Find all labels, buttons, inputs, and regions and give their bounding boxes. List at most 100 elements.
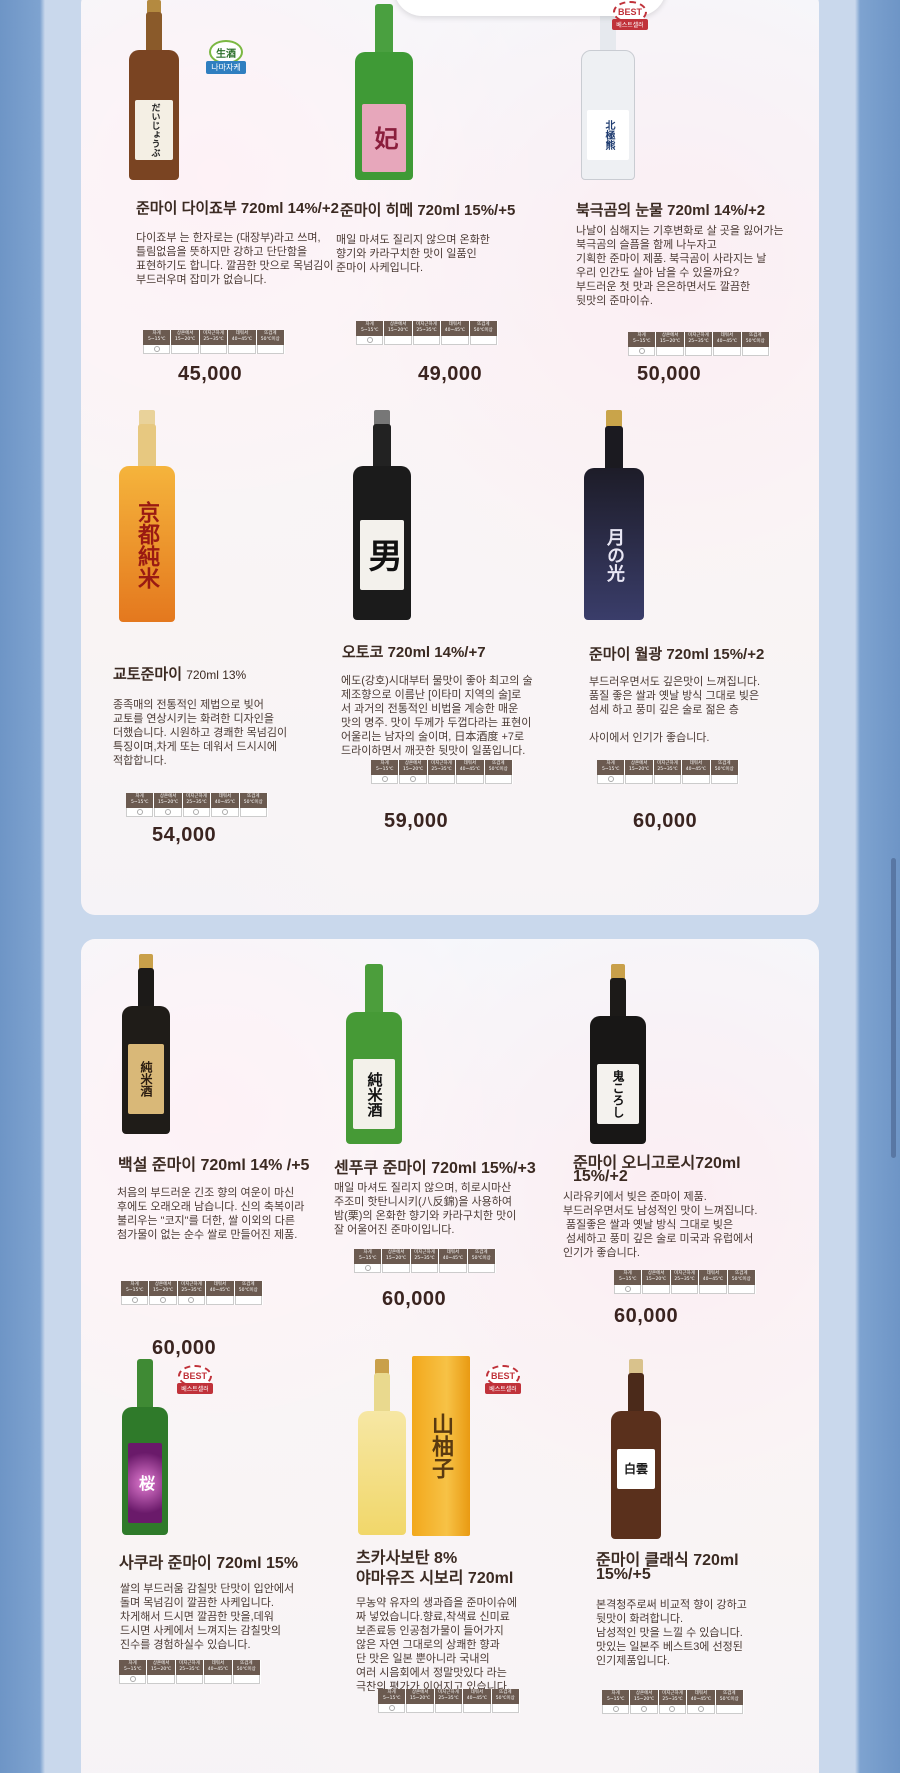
product-name: 센푸쿠 준마이 720ml 15%/+3 xyxy=(334,1160,536,1177)
product-price: 50,000 xyxy=(637,363,702,385)
bottle-label: 純米酒 xyxy=(127,1044,165,1114)
bottle-image: 男 xyxy=(353,410,411,620)
temperature-cell: 뜨겁게 50℃이상 xyxy=(256,330,285,354)
product-hakusetsu: 純米酒 백설 준마이 720ml 14% /+5 처음의 부드러운 긴조 향의 … xyxy=(81,939,327,1359)
bottle-image: 白雲 xyxy=(611,1359,661,1539)
temperature-cell: 미지근하게 25~35℃ xyxy=(684,332,714,356)
bottle-image: 月の光 xyxy=(584,410,644,620)
product-price: 59,000 xyxy=(384,810,449,832)
bottle-image: 純米酒 xyxy=(346,964,402,1144)
temperature-cell: 상온에서 15~20℃ xyxy=(656,332,685,356)
temperature-cell: 미지근하게 25~35℃ xyxy=(175,1660,205,1684)
temperature-cell: 미지근하게 25~35℃ xyxy=(177,1281,207,1305)
product-senpuku: 純米酒 센푸쿠 준마이 720ml 15%/+3 매일 마셔도 질리지 않으며,… xyxy=(327,939,573,1359)
bottle-label: 鬼ころし xyxy=(596,1064,640,1124)
product-gekko: 月の光 준마이 월광 720ml 15%/+2 부드러우면서도 깊은맛이 느껴집… xyxy=(573,410,819,850)
temperature-cell: 차게 5~15℃ xyxy=(602,1690,631,1714)
temperature-cell: 뜨겁게 50℃이상 xyxy=(727,1270,756,1294)
product-description: 본격청주로써 비교적 향이 강하고 뒷맛이 화려합니다. 남성적인 맛을 느낄 … xyxy=(596,1599,747,1667)
temperature-table: 차게 5~15℃ 상온에서 15~20℃ 미지근하게 25~35℃ 데워서 40… xyxy=(119,1660,261,1684)
product-name: 백설 준마이 720ml 14% /+5 xyxy=(118,1157,310,1174)
bottle-image: 純米酒 xyxy=(122,954,170,1134)
product-price: 45,000 xyxy=(178,363,243,385)
product-yuzu: 山柚子 츠카사보탄 8% 야마유즈 시보리 720ml 무농약 유자의 생과즙을… xyxy=(327,1339,573,1773)
temperature-cell: 상온에서 15~20℃ xyxy=(406,1689,435,1713)
product-description: 다이죠부 는 한자로는 (대장부)라고 쓰며, 틀림없음을 뜻하지만 강하고 단… xyxy=(136,232,334,286)
temperature-cell: 미지근하게 25~35℃ xyxy=(670,1270,700,1294)
product-description: 에도(강호)시대부터 물맛이 좋아 최고의 술 제조향으로 이름난 [이타미 지… xyxy=(341,675,533,757)
product-price: 54,000 xyxy=(152,824,217,846)
product-description: 처음의 부드러운 긴조 향의 여운이 마신 후에도 오래오래 남습니다. 신의 … xyxy=(117,1187,305,1241)
product-sakura: 桜 사쿠라 준마이 720ml 15% 쌀의 부드러움 감칠맛 단맛이 입안에서… xyxy=(81,1359,327,1773)
product-price: 60,000 xyxy=(382,1288,447,1310)
bottle-label: 妃 xyxy=(361,104,407,172)
temperature-cell: 뜨겁게 50℃이상 xyxy=(232,1660,261,1684)
temperature-table: 차게 5~15℃ 상온에서 15~20℃ 미지근하게 25~35℃ 데워서 40… xyxy=(121,1281,263,1305)
temperature-cell: 상온에서 15~20℃ xyxy=(625,760,654,784)
product-description: 종족매의 전통적인 제법으로 빚어 교토를 연상시키는 화려한 디자인을 더했습… xyxy=(113,699,288,767)
temperature-cell: 차게 5~15℃ xyxy=(628,332,657,356)
best-seller-badge: BEST 베스트셀러 xyxy=(168,1362,222,1396)
temperature-cell: 상온에서 15~20℃ xyxy=(154,793,183,817)
temperature-cell: 미지근하게 25~35℃ xyxy=(658,1690,688,1714)
temperature-cell: 데워서 40~45℃ xyxy=(228,330,257,354)
temperature-cell: 차게 5~15℃ xyxy=(614,1270,643,1294)
product-name: 준마이 월광 720ml 15%/+2 xyxy=(589,646,765,663)
bottle-image: だいじょうぶ xyxy=(129,0,179,180)
page-scrollbar[interactable] xyxy=(891,858,896,1158)
best-seller-badge: BEST 베스트셀러 xyxy=(476,1362,530,1396)
temperature-cell: 뜨겁게 50℃이상 xyxy=(710,760,739,784)
product-description: 부드러우면서도 깊은맛이 느껴집니다. 품질 좋은 쌀과 옛날 방식 그대로 빚… xyxy=(589,676,761,744)
bottle-label: 男 xyxy=(359,520,405,590)
temperature-cell: 미지근하게 25~35℃ xyxy=(410,1249,440,1273)
temperature-cell: 차게 5~15℃ xyxy=(354,1249,383,1273)
bottle-label: 京都純米 xyxy=(134,501,160,589)
product-price: 60,000 xyxy=(614,1305,679,1327)
temperature-cell: 상온에서 15~20℃ xyxy=(399,760,428,784)
product-price: 60,000 xyxy=(152,1337,217,1359)
temperature-cell: 뜨겁게 50℃이상 xyxy=(234,1281,263,1305)
temperature-cell: 데워서 40~45℃ xyxy=(699,1270,728,1294)
temperature-cell: 데워서 40~45℃ xyxy=(713,332,742,356)
temperature-cell: 미지근하게 25~35℃ xyxy=(182,793,212,817)
product-name: 오토코 720ml 14%/+7 xyxy=(342,644,486,661)
product-polar-bear: 北極熊 북극곰의 눈물 720ml 14%/+2 나날이 심해지는 기후변화로 … xyxy=(573,0,819,390)
temperature-cell: 데워서 40~45℃ xyxy=(211,793,240,817)
bottle-image: 妃 xyxy=(355,4,413,180)
temperature-cell: 차게 5~15℃ xyxy=(121,1281,150,1305)
product-description: 매일 마셔도 질리지 않으며, 히로시마산 주조미 핫탄니시키(八反錦)을 사용… xyxy=(334,1182,517,1236)
temperature-cell: 데워서 40~45℃ xyxy=(463,1689,492,1713)
temperature-cell: 미지근하게 25~35℃ xyxy=(199,330,229,354)
product-description: 매일 마셔도 질리지 않으며 온화한 향기와 카라구치한 맛이 일품인 준마이 … xyxy=(336,234,490,274)
bottle-label: 白雲 xyxy=(617,1449,655,1489)
bottle-label: 純米酒 xyxy=(352,1059,396,1129)
temperature-cell: 상온에서 15~20℃ xyxy=(147,1660,176,1684)
bottle-label: 桜 xyxy=(127,1443,163,1523)
temperature-table: 차게 5~15℃ 상온에서 15~20℃ 미지근하게 25~35℃ 데워서 40… xyxy=(378,1689,520,1713)
temperature-cell: 차게 5~15℃ xyxy=(371,760,400,784)
bottle-label: 北極熊 xyxy=(587,110,629,160)
bottle-image xyxy=(358,1359,406,1535)
temperature-cell: 뜨겁게 50℃이상 xyxy=(484,760,513,784)
bottle-image: 桜 xyxy=(122,1359,168,1535)
temperature-cell: 상온에서 15~20℃ xyxy=(630,1690,659,1714)
temperature-cell: 데워서 40~45℃ xyxy=(206,1281,235,1305)
temperature-cell: 차게 5~15℃ xyxy=(119,1660,148,1684)
temperature-cell: 데워서 40~45℃ xyxy=(456,760,485,784)
menu-panel-1: だいじょうぶ 준마이 다이죠부 720ml 14%/+2 다이죠부 는 한자로는… xyxy=(81,0,819,915)
temperature-cell: 뜨겁게 50℃이상 xyxy=(491,1689,520,1713)
product-price: 49,000 xyxy=(418,363,483,385)
product-hime: 妃 준마이 히메 720ml 15%/+5 매일 마셔도 질리지 않으며 온화한… xyxy=(327,0,573,390)
product-name: 북극곰의 눈물 720ml 14%/+2 xyxy=(576,202,766,219)
product-name: 준마이 히메 720ml 15%/+5 xyxy=(340,202,516,219)
temperature-cell: 상온에서 15~20℃ xyxy=(642,1270,671,1294)
product-kyoto: 京都純米 교토준마이 720ml 13% 종족매의 전통적인 제법으로 빚어 교… xyxy=(81,410,327,850)
temperature-cell: 차게 5~15℃ xyxy=(356,321,385,345)
temperature-table: 차게 5~15℃ 상온에서 15~20℃ 미지근하게 25~35℃ 데워서 40… xyxy=(143,330,285,354)
temperature-cell: 미지근하게 25~35℃ xyxy=(412,321,442,345)
temperature-cell: 미지근하게 25~35℃ xyxy=(653,760,683,784)
temperature-cell: 차게 5~15℃ xyxy=(126,793,155,817)
product-name: 준마이 다이죠부 720ml 14%/+2 xyxy=(136,200,339,217)
temperature-cell: 상온에서 15~20℃ xyxy=(382,1249,411,1273)
product-description: 쌀의 부드러움 감칠맛 단맛이 입안에서 돌며 목넘김이 깔끔한 사케입니다. … xyxy=(120,1583,295,1651)
